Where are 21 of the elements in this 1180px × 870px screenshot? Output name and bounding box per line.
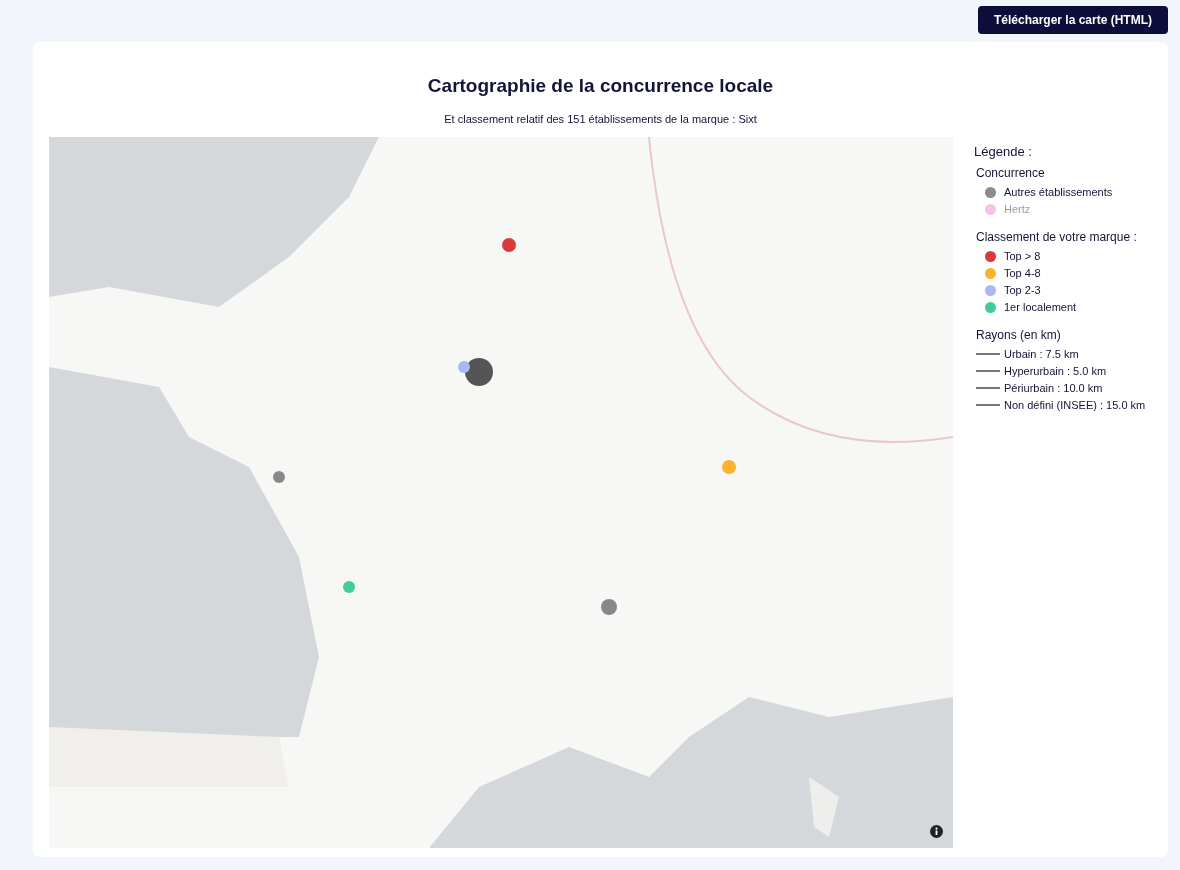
legend-item[interactable]: Non défini (INSEE) : 15.0 km	[976, 396, 1146, 414]
map-subtitle: Et classement relatif des 151 établissements de la marque : Sixt	[444, 111, 757, 127]
legend-group-title: Classement de votre marque :	[976, 228, 1138, 246]
legend-item[interactable]: Hyperurbain : 5.0 km	[976, 362, 1146, 380]
legend-item[interactable]: Top > 8	[976, 247, 1146, 265]
legend-line-icon	[976, 370, 1000, 372]
legend-item[interactable]: Autres établissements	[976, 183, 1146, 201]
legend-line-icon	[976, 353, 1000, 355]
legend-item[interactable]: Top 2-3	[976, 281, 1146, 299]
legend-item[interactable]: 1er localement	[976, 298, 1146, 316]
legend-item[interactable]: Périurbain : 10.0 km	[976, 379, 1146, 397]
legend-item[interactable]: Top 4-8	[976, 264, 1146, 282]
info-icon[interactable]	[930, 825, 943, 838]
legend-group-title: Rayons (en km)	[976, 326, 1062, 344]
download-button[interactable]: Télécharger la carte (HTML)	[977, 6, 1168, 34]
legend-line-icon	[976, 404, 1000, 406]
legend-line-icon	[976, 387, 1000, 389]
legend-item[interactable]: Urbain : 7.5 km	[976, 345, 1146, 363]
legend-group-title: Concurrence	[976, 164, 1046, 182]
map-title: Cartographie de la concurrence locale	[427, 74, 774, 98]
legend-title: Légende :	[974, 143, 1033, 161]
